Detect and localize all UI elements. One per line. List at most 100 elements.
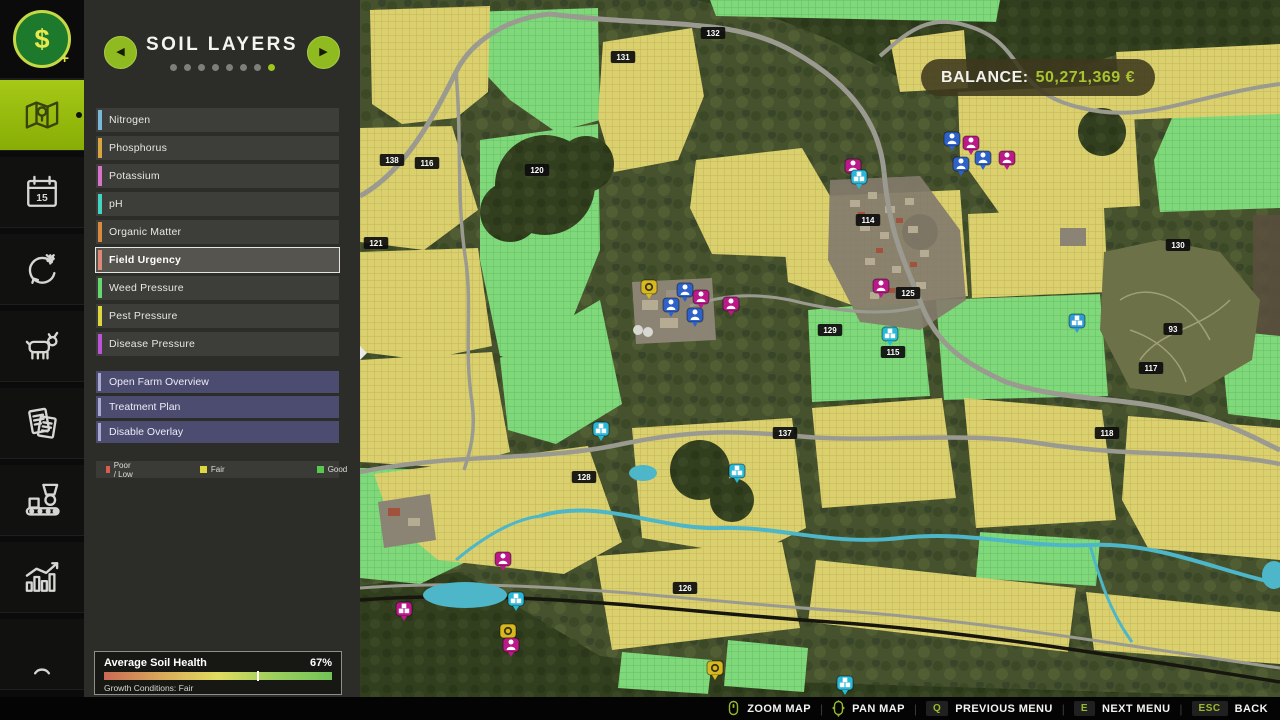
dollar-glyph: $ (34, 26, 49, 53)
svg-text:116: 116 (421, 159, 434, 168)
legend-label: Fair (211, 465, 225, 474)
action-color-bar (98, 423, 101, 441)
action-button-list: Open Farm Overview Treatment Plan Disable … (96, 371, 339, 443)
map-view[interactable]: 1381161211201311321141251291151309311713… (360, 0, 1280, 697)
plus-glyph: + (60, 50, 69, 67)
soil-health-percent: 67% (310, 657, 332, 669)
layer-color-bar (98, 278, 102, 298)
layer-color-bar (98, 138, 102, 158)
field-number-label: 125 (896, 287, 921, 299)
layer-label: Phosphorus (109, 142, 167, 154)
soil-health-title: Average Soil Health (104, 657, 207, 669)
crop-rotation-icon (20, 247, 64, 291)
balance-label: BALANCE: (941, 69, 1029, 87)
page-dot (212, 64, 219, 71)
sidebar-item-help[interactable] (0, 619, 84, 690)
overlay-legend: Poor / LowFairGood (96, 461, 339, 478)
sidebar-item-animals[interactable] (0, 311, 84, 382)
mouse-wheel-icon (727, 700, 740, 717)
soil-layer-item[interactable]: Weed Pressure (96, 276, 339, 300)
soil-health-box: Average Soil Health 67% Growth Condition… (94, 651, 342, 695)
svg-text:126: 126 (678, 584, 692, 593)
sidebar-item-calendar[interactable]: 15 (0, 157, 84, 228)
legend-swatch (317, 466, 324, 473)
hint-label: ZOOM MAP (747, 703, 811, 715)
field-number-label: 130 (1166, 239, 1191, 251)
sidebar-item-map[interactable] (0, 80, 84, 151)
field-number-label: 116 (415, 157, 440, 169)
soil-layer-item[interactable]: Potassium (96, 164, 339, 188)
field-number-label: 121 (364, 237, 389, 249)
field-number-label: 126 (673, 582, 698, 594)
field-number-label: 120 (525, 164, 550, 176)
svg-text:117: 117 (1145, 364, 1158, 373)
field-number-label: 128 (572, 471, 597, 483)
layer-color-bar (98, 334, 102, 354)
contracts-icon (20, 401, 64, 445)
hint-item: ZOOM MAP (727, 700, 811, 717)
map-terrain: 1381161211201311321141251291151309311713… (360, 0, 1280, 697)
soil-layer-item[interactable]: Disease Pressure (96, 332, 339, 356)
field-number-label: 118 (1095, 427, 1120, 439)
sidebar-item-production[interactable] (0, 465, 84, 536)
svg-text:15: 15 (36, 193, 48, 204)
layer-color-bar (98, 110, 102, 130)
svg-text:93: 93 (1169, 325, 1178, 334)
keycap-esc: ESC (1192, 701, 1228, 716)
soil-layer-item[interactable]: Field Urgency (96, 248, 339, 272)
action-button[interactable]: Open Farm Overview (96, 371, 339, 393)
production-icon (20, 478, 64, 522)
field-number-label: 115 (881, 346, 906, 358)
cow-icon (20, 324, 64, 368)
sidebar-item-statistics[interactable] (0, 542, 84, 613)
layer-label: Disease Pressure (109, 338, 195, 350)
statistics-icon (20, 555, 64, 599)
west-buildings (378, 494, 436, 548)
legend-swatch (200, 466, 207, 473)
soil-layer-item[interactable]: Nitrogen (96, 108, 339, 132)
hint-item: ESCBACK (1192, 701, 1268, 716)
balance-value: 50,271,369 € (1036, 69, 1135, 87)
field-number-label: 137 (773, 427, 798, 439)
soil-health-marker (257, 671, 259, 681)
page-dot (170, 64, 177, 71)
action-button[interactable]: Treatment Plan (96, 396, 339, 418)
hint-separator: | (1062, 702, 1065, 716)
svg-text:128: 128 (577, 473, 591, 482)
panel-expand-arrow[interactable] (360, 346, 367, 360)
layer-label: Pest Pressure (109, 310, 178, 322)
soil-layer-item[interactable]: Phosphorus (96, 136, 339, 160)
field-number-label: 132 (701, 27, 726, 39)
layer-label: Field Urgency (109, 254, 181, 266)
action-button[interactable]: Disable Overlay (96, 421, 339, 443)
legend-label: Good (328, 465, 348, 474)
next-page-button[interactable]: ▶ (307, 36, 340, 69)
previous-page-button[interactable]: ◀ (104, 36, 137, 69)
soil-layer-item[interactable]: Pest Pressure (96, 304, 339, 328)
field-number-label: 93 (1164, 323, 1183, 335)
soil-layer-item[interactable]: pH (96, 192, 339, 216)
hint-item: ENEXT MENU (1074, 701, 1171, 716)
svg-text:131: 131 (616, 53, 630, 62)
svg-text:129: 129 (823, 326, 837, 335)
legend-item: Good (317, 465, 348, 474)
page-dot (254, 64, 261, 71)
field-number-label: 138 (380, 154, 405, 166)
soil-health-bar (104, 672, 332, 680)
hint-separator: | (914, 702, 917, 716)
input-hint-bar: ZOOM MAP|PAN MAP|QPREVIOUS MENU|ENEXT ME… (0, 697, 1280, 720)
layer-label: Nitrogen (109, 114, 150, 126)
sidebar-item-contracts[interactable] (0, 388, 84, 459)
finances-button[interactable]: $ + (0, 0, 84, 80)
field-number-label: 117 (1139, 362, 1164, 374)
hint-label: PAN MAP (852, 703, 905, 715)
layer-color-bar (98, 194, 102, 214)
page-dot-active (268, 64, 275, 71)
calendar-icon: 15 (20, 170, 64, 214)
svg-text:125: 125 (901, 289, 915, 298)
active-item-dot (76, 112, 82, 118)
soil-layer-item[interactable]: Organic Matter (96, 220, 339, 244)
balance-pill: BALANCE: 50,271,369 € (921, 59, 1155, 96)
svg-text:118: 118 (1101, 429, 1114, 438)
sidebar-item-crop-rotation[interactable] (0, 234, 84, 305)
